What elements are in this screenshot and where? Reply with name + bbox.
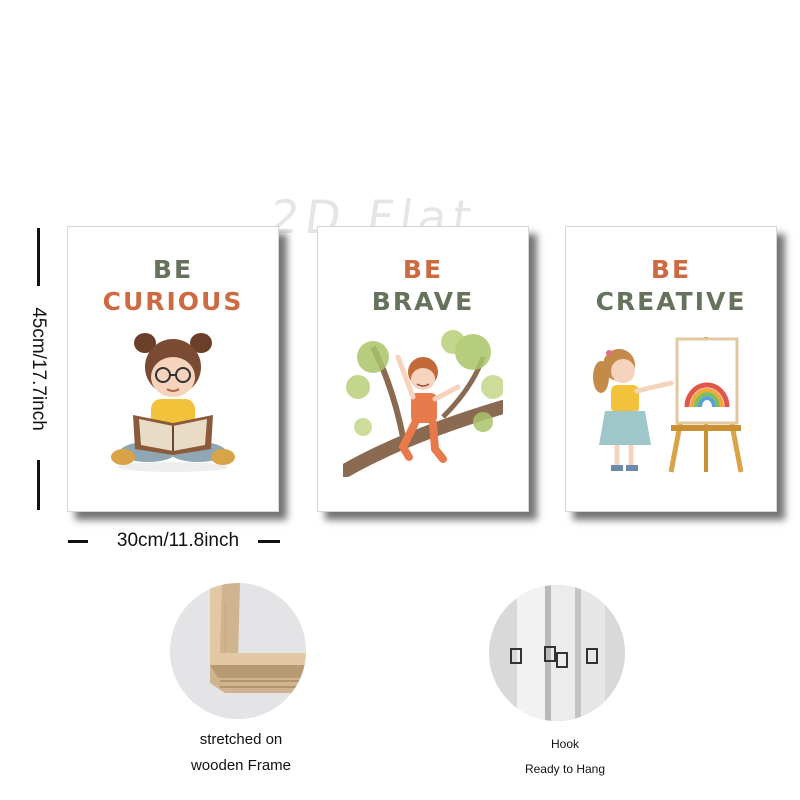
canvas-line2: CREATIVE <box>595 287 747 316</box>
hook-caption-line1: Hook <box>550 737 579 751</box>
frame-caption-line2: wooden Frame <box>190 757 292 774</box>
hook-photo <box>489 585 625 721</box>
height-indicator-bottom-line <box>37 460 40 510</box>
canvas-line2: CURIOUS <box>102 287 244 316</box>
canvas-line1: BE <box>152 255 194 284</box>
wooden-frame-photo <box>170 583 306 719</box>
frame-caption-line1: stretched on <box>199 731 283 748</box>
girl-painting-illustration <box>593 337 744 473</box>
canvas-line1: BE <box>650 255 692 284</box>
canvas-be-curious: BE CURIOUS <box>67 226 279 512</box>
boy-in-tree-illustration <box>343 330 503 477</box>
width-dimension-label: 30cm/11.8inch <box>116 530 240 551</box>
canvas-line1: BE <box>402 255 444 284</box>
canvas-be-creative: BE CREATIVE <box>565 226 777 512</box>
canvas-be-brave: BE BRAVE <box>317 226 529 512</box>
girl-reading-illustration <box>111 333 235 472</box>
height-dimension-label: 45cm/17.7inch <box>28 307 49 431</box>
height-indicator-top-line <box>37 228 40 286</box>
canvas-line2: BRAVE <box>371 287 475 316</box>
hook-caption-line2: Ready to Hang <box>524 762 606 776</box>
width-indicator-right-line <box>258 540 280 543</box>
width-indicator-left-line <box>68 540 88 543</box>
